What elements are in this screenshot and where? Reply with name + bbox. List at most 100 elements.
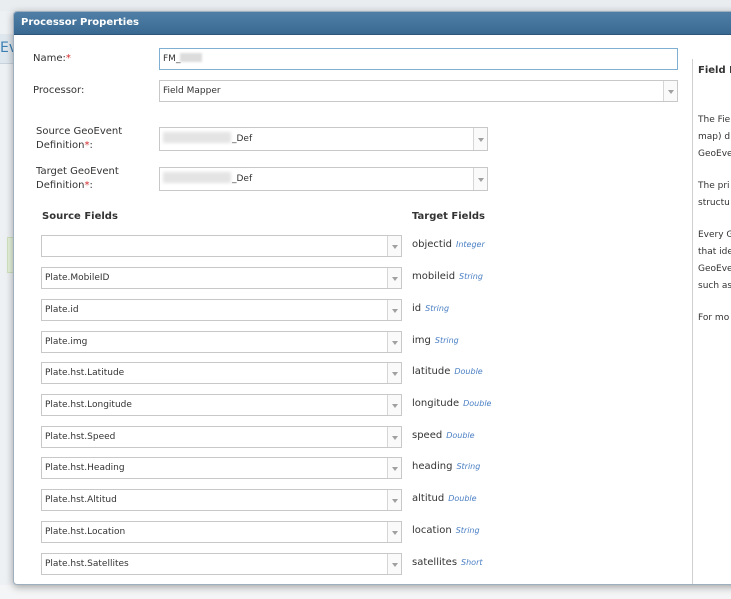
target-field: heading String <box>412 461 480 472</box>
source-field-select[interactable] <box>41 235 402 257</box>
chevron-down-icon[interactable] <box>387 300 401 320</box>
target-field-name: latitude <box>412 366 451 377</box>
target-field-name: objectid <box>412 239 452 250</box>
target-field-name: speed <box>412 430 443 441</box>
processor-properties-dialog: Processor Properties Name:* FM_ Processo… <box>13 11 731 585</box>
source-field-select[interactable]: Plate.hst.Altitud <box>41 489 402 511</box>
dialog-title: Processor Properties <box>21 17 139 28</box>
chevron-down-icon[interactable] <box>473 128 487 150</box>
chevron-down-icon[interactable] <box>387 458 401 478</box>
chevron-down-icon[interactable] <box>387 395 401 415</box>
chevron-down-icon[interactable] <box>473 168 487 190</box>
source-field-value: Plate.hst.Altitud <box>45 495 117 505</box>
background-top-bar <box>0 0 731 11</box>
target-field-type: Double <box>448 494 477 503</box>
help-line: map) d <box>698 132 731 142</box>
name-input-value: FM_ <box>163 54 181 64</box>
name-input[interactable]: FM_ <box>159 48 678 70</box>
target-field: longitude Double <box>412 398 491 409</box>
target-field: altitud Double <box>412 493 477 504</box>
label-colon: : <box>89 140 93 151</box>
chevron-down-icon[interactable] <box>387 554 401 574</box>
target-field-type: String <box>455 526 480 535</box>
help-line: For mo <box>698 313 730 323</box>
target-field-name: satellites <box>412 557 458 568</box>
help-line: GeoEve <box>698 149 731 159</box>
source-definition-value: _Def <box>232 134 253 144</box>
help-line: Every G <box>698 230 731 240</box>
name-label-text: Name: <box>33 53 66 64</box>
target-field-type: String <box>434 336 459 345</box>
chevron-down-icon[interactable] <box>387 236 401 256</box>
target-definition-label-line2: Definition <box>36 180 85 191</box>
source-definition-label-line2: Definition <box>36 140 85 151</box>
source-field-select[interactable]: Plate.hst.Latitude <box>41 362 402 384</box>
processor-label: Processor: <box>33 85 85 96</box>
source-definition-label-line1: Source GeoEvent <box>36 126 123 137</box>
target-definition-select[interactable]: _Def <box>159 167 488 191</box>
source-field-select[interactable]: Plate.hst.Speed <box>41 426 402 448</box>
target-field-type: Integer <box>455 240 485 249</box>
source-field-select[interactable]: Plate.MobileID <box>41 267 402 289</box>
source-field-value: Plate.hst.Heading <box>45 463 125 473</box>
label-colon: : <box>89 180 93 191</box>
source-field-select[interactable]: Plate.hst.Satellites <box>41 553 402 575</box>
required-mark: * <box>65 53 71 64</box>
target-field: id String <box>412 303 449 314</box>
chevron-down-icon[interactable] <box>663 81 677 101</box>
source-field-select[interactable]: Plate.id <box>41 299 402 321</box>
chevron-down-icon[interactable] <box>387 268 401 288</box>
source-field-value: Plate.img <box>45 337 88 347</box>
help-line: structu <box>698 198 730 208</box>
target-field: satellites Short <box>412 557 483 568</box>
target-field-type: String <box>459 272 483 281</box>
redacted-text <box>180 53 203 62</box>
target-field-name: altitud <box>412 493 445 504</box>
field-mapping-row: Plate.hst.Satellites satellites Short <box>14 553 514 575</box>
chevron-down-icon[interactable] <box>387 363 401 383</box>
target-field-name: id <box>412 303 422 314</box>
target-field: speed Double <box>412 430 475 441</box>
chevron-down-icon[interactable] <box>387 332 401 352</box>
processor-select-value: Field Mapper <box>163 86 221 96</box>
chevron-down-icon[interactable] <box>387 522 401 542</box>
source-definition-select[interactable]: _Def <box>159 127 488 151</box>
target-field: objectid Integer <box>412 239 485 250</box>
source-fields-header: Source Fields <box>42 211 118 222</box>
processor-select[interactable]: Field Mapper <box>159 80 678 102</box>
source-field-value: Plate.id <box>45 305 79 315</box>
next-row-edge <box>41 584 402 585</box>
chevron-down-icon[interactable] <box>387 490 401 510</box>
chevron-down-icon[interactable] <box>387 427 401 447</box>
field-mapping-row: Plate.hst.Speed speed Double <box>14 426 514 448</box>
help-panel-divider <box>692 59 693 584</box>
target-field: location String <box>412 525 480 536</box>
target-field-name: longitude <box>412 398 460 409</box>
background-page <box>0 11 14 599</box>
target-field-name: heading <box>412 461 453 472</box>
redacted-text <box>163 132 231 143</box>
source-field-select[interactable]: Plate.hst.Heading <box>41 457 402 479</box>
field-mapping-row: Plate.id id String <box>14 299 514 321</box>
source-field-value: Plate.MobileID <box>45 273 110 283</box>
field-mapping-row: Plate.MobileID mobileid String <box>14 267 514 289</box>
field-mapping-row: Plate.img img String <box>14 331 514 353</box>
help-line: GeoEve <box>698 264 731 274</box>
background-bottom <box>0 585 731 599</box>
target-fields-header: Target Fields <box>412 211 485 222</box>
target-field-type: Short <box>461 558 483 567</box>
target-field-type: Double <box>454 367 483 376</box>
source-field-select[interactable]: Plate.img <box>41 331 402 353</box>
dialog-titlebar[interactable]: Processor Properties <box>14 12 731 35</box>
source-field-select[interactable]: Plate.hst.Location <box>41 521 402 543</box>
help-line: The Fie <box>698 115 731 125</box>
target-definition-value: _Def <box>232 174 253 184</box>
target-field-name: mobileid <box>412 271 456 282</box>
help-line: that ide <box>698 247 731 257</box>
source-field-select[interactable]: Plate.hst.Longitude <box>41 394 402 416</box>
target-field-name: location <box>412 525 452 536</box>
source-field-value: Plate.hst.Longitude <box>45 400 132 410</box>
target-definition-label-line1: Target GeoEvent <box>36 166 119 177</box>
help-line: The pri <box>698 181 730 191</box>
field-mapping-row: Plate.hst.Heading heading String <box>14 457 514 479</box>
